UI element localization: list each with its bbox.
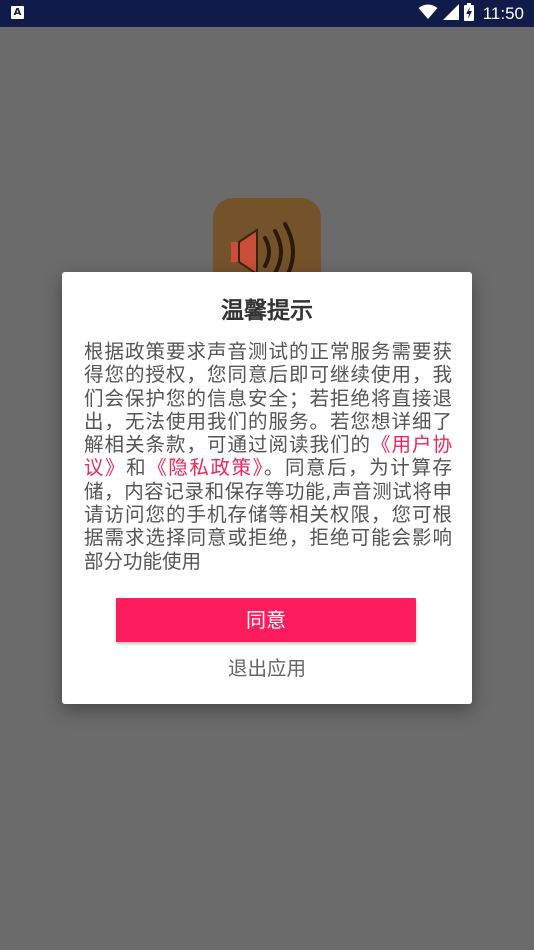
cell-signal-icon [442, 3, 459, 24]
status-bar: A 11:50 [0, 0, 534, 27]
status-icons: 11:50 [418, 0, 524, 27]
status-time: 11:50 [482, 3, 524, 23]
battery-charging-icon [463, 2, 474, 25]
agree-button[interactable]: 同意 [116, 598, 416, 642]
privacy-policy-link[interactable]: 《隐私政策》 [147, 456, 264, 479]
dialog-message: 根据政策要求声音测试的正常服务需要获得您的授权，您同意后即可继续使用，我们会保护… [84, 340, 452, 573]
dialog-title: 温馨提示 [221, 298, 313, 324]
privacy-dialog: 温馨提示 根据政策要求声音测试的正常服务需要获得您的授权，您同意后即可继续使用，… [62, 272, 472, 704]
dialog-message-connector: 和 [126, 456, 148, 480]
notification-a-icon: A [11, 6, 24, 19]
exit-app-button[interactable]: 退出应用 [62, 652, 472, 686]
wifi-icon [418, 4, 438, 24]
